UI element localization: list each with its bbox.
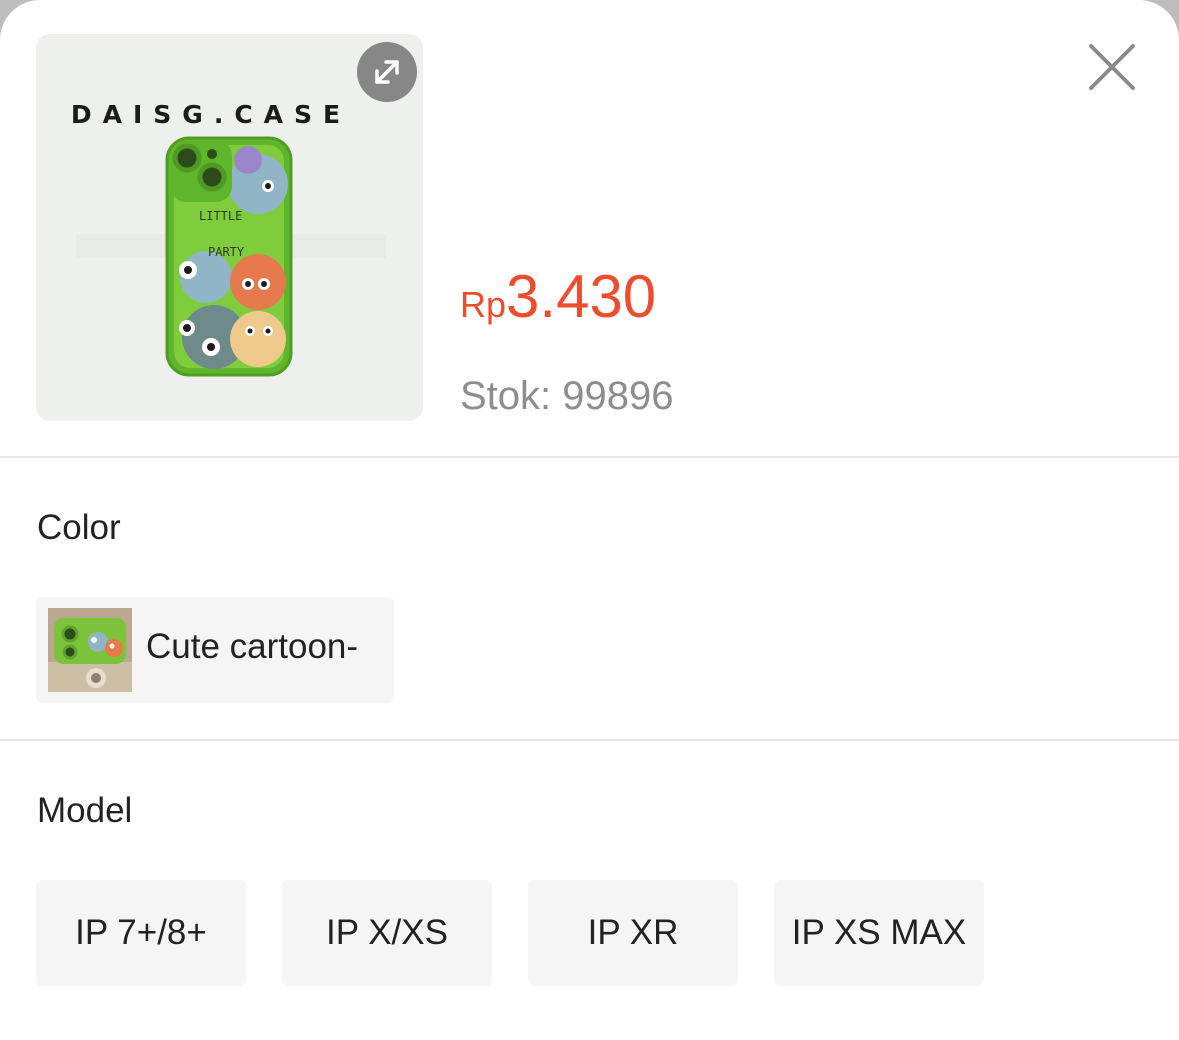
price-value: 3.430 [506,263,657,330]
close-button[interactable] [1083,38,1141,96]
expand-image-button[interactable] [357,42,417,102]
divider [0,456,1179,458]
model-option-ip-xr[interactable]: IP XR [528,880,738,986]
case-text-line1: LITTLE [199,209,242,223]
color-option-cute-cartoon[interactable]: Cute cartoon- [36,597,394,703]
model-section-title: Model [37,791,133,830]
model-option-ip-7-plus-8-plus[interactable]: IP 7+/8+ [36,880,246,986]
divider [0,739,1179,741]
color-section-title: Color [37,508,121,547]
case-text-line2: PARTY [208,245,245,259]
stock-count: Stok: 99896 [460,374,674,418]
model-option-ip-xs-max[interactable]: IP XS MAX [774,880,984,986]
close-icon [1089,44,1135,90]
product-image[interactable]: DAISG.CASE LITTLE PARTY [36,34,423,421]
color-option-label: Cute cartoon- [146,627,359,666]
product-price: Rp3.430 [460,262,656,331]
expand-arrows-icon [375,60,399,84]
variant-selection-sheet: DAISG.CASE LITTLE PARTY Rp3.430 Stok: 99… [0,0,1179,1040]
color-option-thumbnail [48,608,132,692]
price-currency: Rp [460,284,507,325]
model-option-ip-x-xs[interactable]: IP X/XS [282,880,492,986]
